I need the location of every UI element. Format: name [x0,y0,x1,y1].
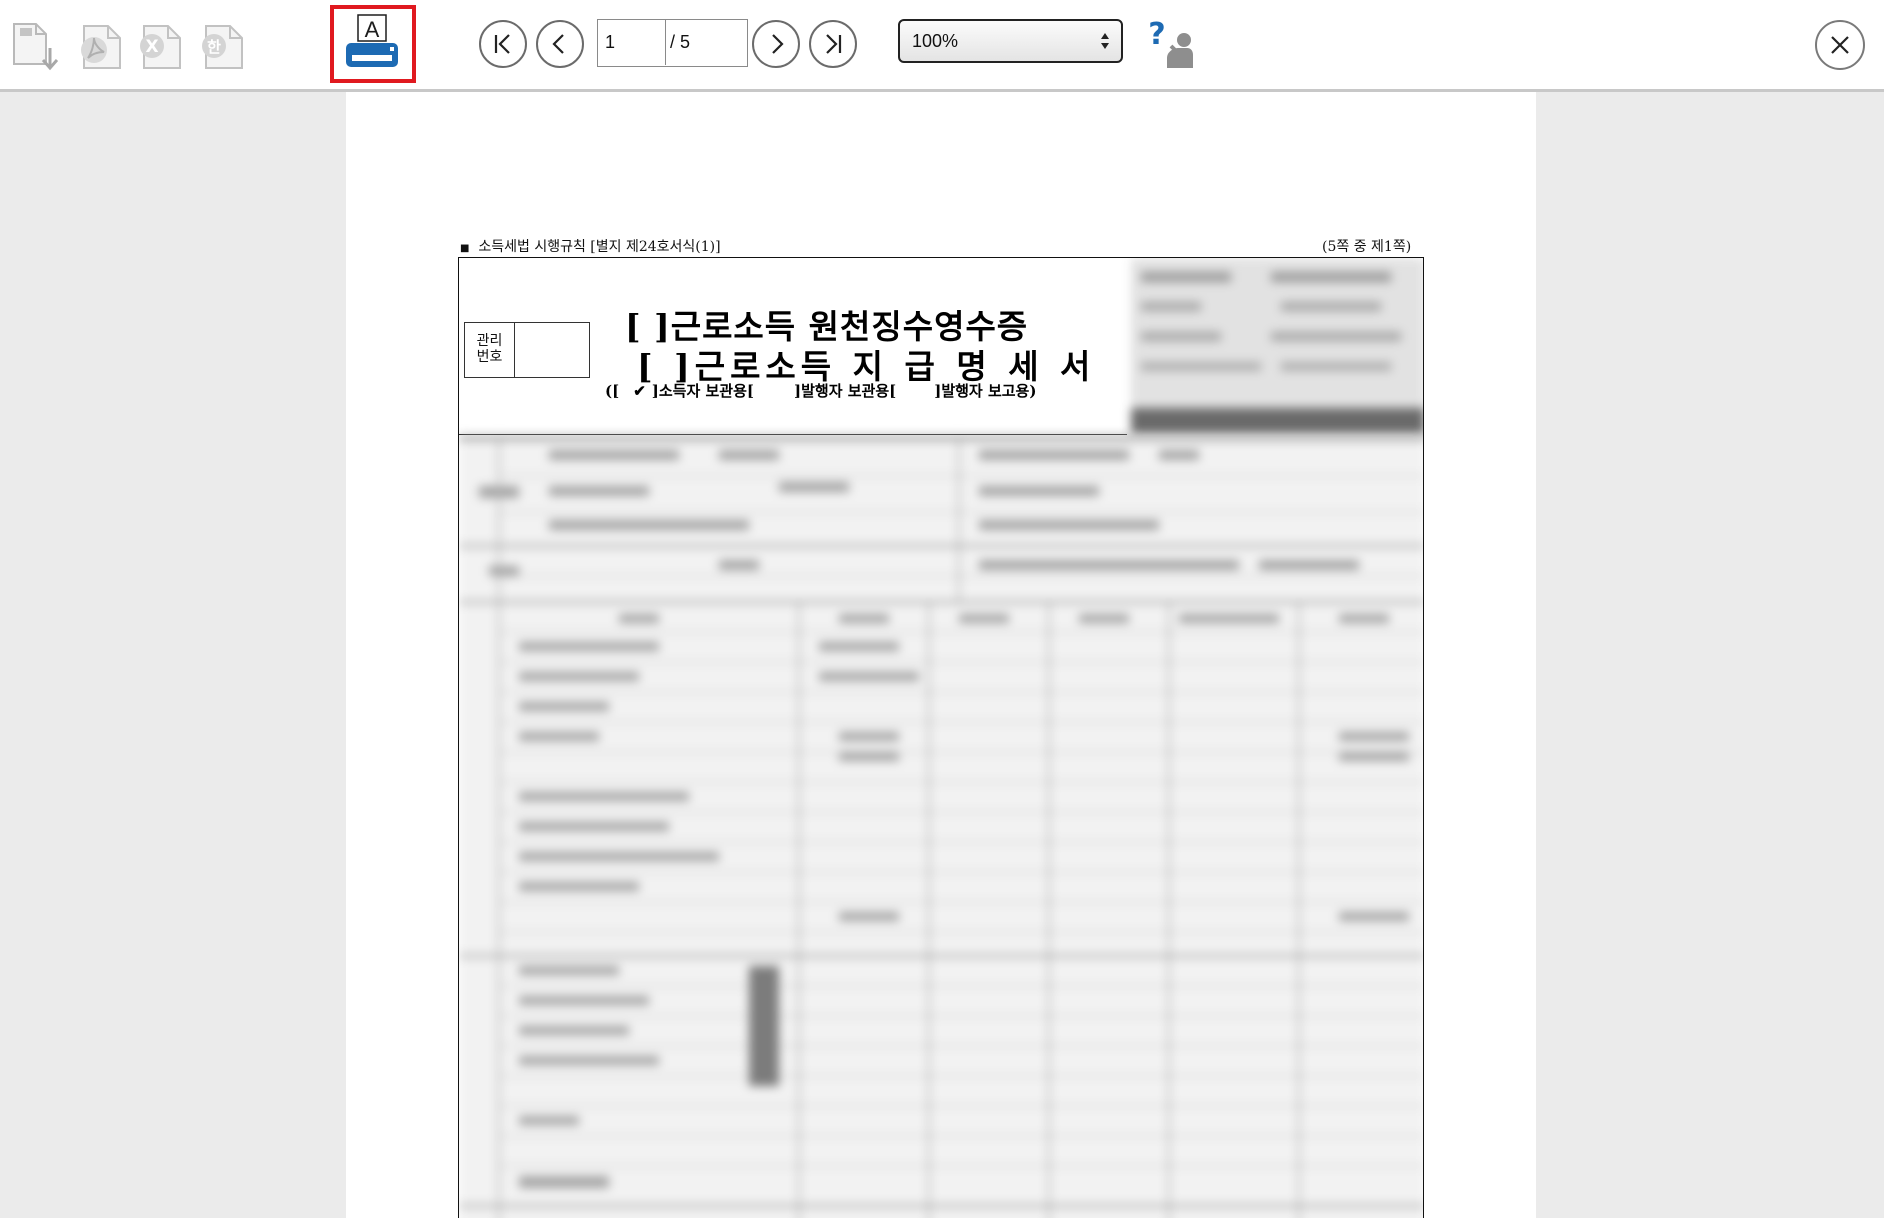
page-number-input[interactable] [598,20,666,65]
first-page-icon [494,34,510,54]
help-button[interactable]: ? [1145,16,1201,72]
withholding-receipt-form: 관리 번호 [ ]근로소득 원천징수영수증 [ ]근로소득 지 급 명 세 서 … [458,257,1424,1218]
page-total-label: / 5 [670,32,691,52]
last-page-icon [826,34,842,54]
form-source-label: ■ 소득세법 시행규칙 [별지 제24호서식(1)] [460,239,721,255]
save-download-icon[interactable] [8,20,59,72]
management-number-box: 관리 번호 [464,322,590,378]
document-page: ■ 소득세법 시행규칙 [별지 제24호서식(1)] (5쪽 중 제1쪽) 관리… [346,92,1536,1218]
pdf-icon[interactable] [74,20,124,72]
document-viewer[interactable]: ■ 소득세법 시행규칙 [별지 제24호서식(1)] (5쪽 중 제1쪽) 관리… [0,92,1884,1218]
svg-text:A: A [365,17,380,42]
form-title-area: 관리 번호 [ ]근로소득 원천징수영수증 [ ]근로소득 지 급 명 세 서 … [459,258,1127,435]
help-icon: ? [1148,17,1193,68]
svg-text:X: X [145,37,158,57]
svg-text:?: ? [1148,17,1165,52]
close-button[interactable] [1815,20,1865,70]
next-page-button[interactable] [752,20,800,68]
management-number-label: 관리 번호 [465,323,515,377]
viewer-toolbar: X 한 A / 5 [0,0,1884,92]
zoom-value: 100% [912,31,959,51]
svg-text:한: 한 [207,38,221,56]
page-navigator: / 5 [597,19,748,67]
page-of-total-label: (5쪽 중 제1쪽) [1322,239,1412,255]
checkmark-icon: ✔ [633,382,646,400]
redacted-form-body [459,436,1423,1218]
redacted-region [1131,258,1423,434]
close-icon [1831,36,1849,54]
select-arrows-icon [1101,33,1109,49]
chevron-left-icon [552,34,564,54]
hwp-icon[interactable]: 한 [196,20,246,72]
chevron-right-icon [772,34,784,54]
prev-page-button[interactable] [536,20,584,68]
copy-type-row: ([✔]소득자 보관용[]발행자 보관용[]발행자 보고용) [605,382,1037,400]
first-page-button[interactable] [479,20,527,68]
print-icon: A [346,14,398,67]
print-button[interactable]: A [330,5,416,83]
last-page-button[interactable] [809,20,857,68]
excel-icon[interactable]: X [134,20,184,72]
zoom-select[interactable]: 100% [898,19,1123,63]
